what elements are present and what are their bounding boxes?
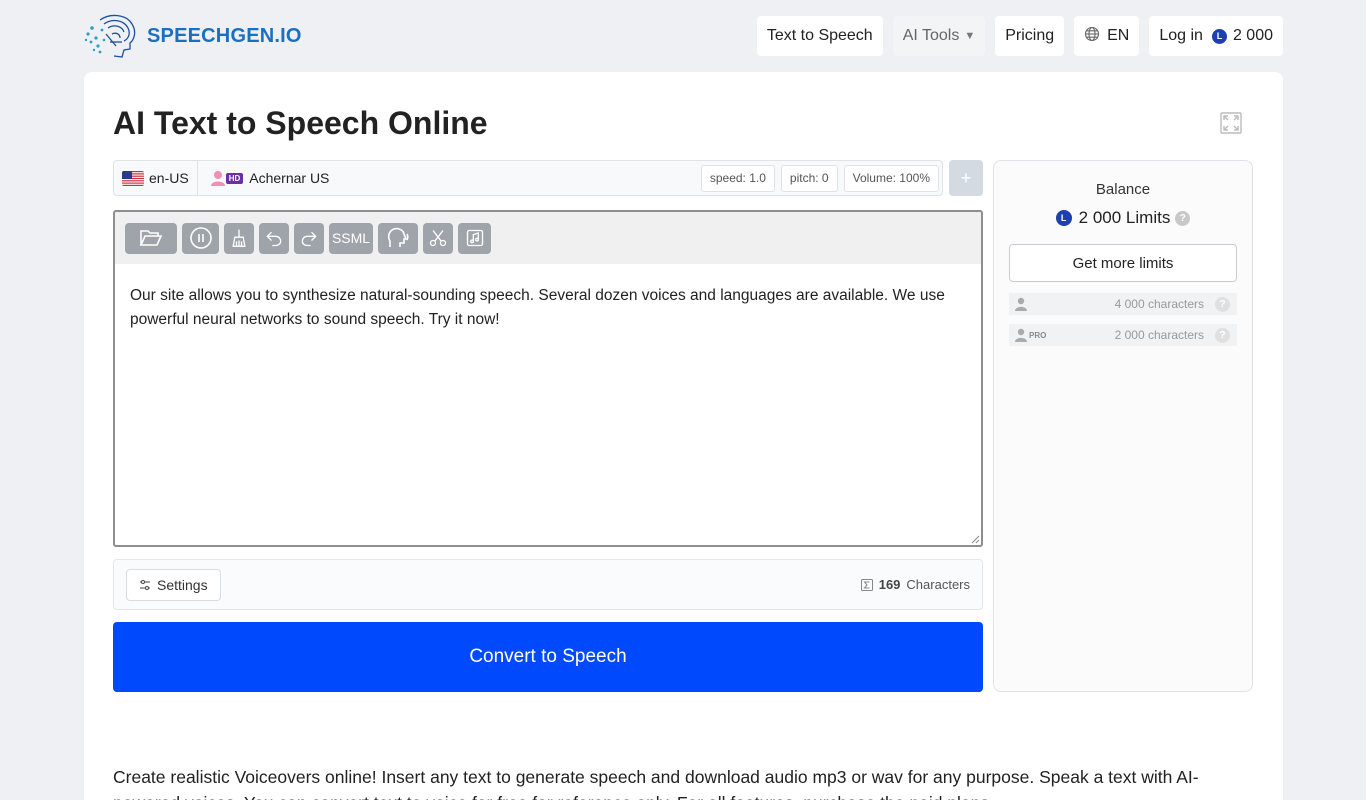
nav-text-to-speech-label: Text to Speech — [766, 27, 873, 44]
nav-ai-tools-label: AI Tools — [902, 27, 960, 44]
speaking-head-icon — [387, 227, 409, 247]
hd-badge: HD — [225, 172, 244, 184]
user-icon — [1015, 297, 1027, 311]
balance-panel: Balance L 2 000 Limits ? Get more limits… — [993, 160, 1253, 692]
character-count: 169 — [878, 577, 901, 592]
user-icon — [1015, 328, 1027, 342]
us-flag-icon — [122, 170, 144, 186]
scissors-icon — [429, 230, 447, 247]
language-dropdown[interactable]: en-US — [114, 161, 198, 195]
main-card: AI Text to Speech Online en-US HD Achern… — [84, 72, 1283, 800]
broom-icon — [232, 229, 246, 247]
logo-text: SPEECHGEN.IO — [147, 24, 302, 47]
balance-amount: 2 000 Limits — [1078, 208, 1171, 227]
limits-coin-icon: L — [1211, 28, 1227, 44]
sliders-icon — [140, 579, 150, 591]
help-icon[interactable]: ? — [1215, 296, 1230, 312]
clear-text-button[interactable] — [224, 222, 254, 254]
get-more-limits-button[interactable]: Get more limits — [1009, 244, 1237, 282]
header-balance: 2 000 — [1232, 27, 1273, 44]
folder-open-icon — [139, 230, 163, 246]
login-button[interactable]: Log in L 2 000 — [1149, 16, 1283, 56]
pause-button[interactable] — [182, 222, 219, 254]
voice-dropdown[interactable]: HD Achernar US — [210, 170, 330, 186]
character-counter: 169 Characters — [860, 577, 970, 592]
limit-row-free: 4 000 characters ? — [1009, 293, 1237, 315]
background-music-button[interactable] — [458, 222, 491, 254]
pitch-param[interactable]: pitch: 0 — [780, 164, 838, 192]
globe-icon — [1084, 26, 1100, 46]
speed-param[interactable]: speed: 1.0 — [700, 164, 775, 192]
login-label: Log in — [1159, 27, 1203, 44]
language-label: EN — [1107, 27, 1130, 44]
undo-button[interactable] — [259, 222, 289, 254]
voice-name: Achernar US — [249, 170, 330, 186]
voice-selection-bar: en-US HD Achernar US speed: 1.0 pitch: 0… — [113, 160, 943, 196]
pro-badge: PRO — [1029, 330, 1047, 340]
settings-button[interactable]: Settings — [126, 569, 221, 601]
redo-button[interactable] — [294, 222, 324, 254]
limit-row-pro: PRO 2 000 characters ? — [1009, 324, 1237, 346]
editor-toolbar: SSML — [115, 212, 981, 264]
nav-pricing[interactable]: Pricing — [995, 16, 1065, 56]
nav-pricing-label: Pricing — [1005, 27, 1055, 44]
nav-text-to-speech[interactable]: Text to Speech — [756, 16, 883, 56]
page-title: AI Text to Speech Online — [113, 105, 488, 141]
speech-text-area[interactable]: Our site allows you to synthesize natura… — [115, 264, 981, 352]
voice-style-button[interactable] — [378, 222, 418, 254]
limits-coin-icon: L — [1055, 210, 1072, 226]
settings-label: Settings — [157, 577, 208, 593]
help-icon[interactable]: ? — [1215, 327, 1230, 343]
open-file-button[interactable] — [125, 222, 177, 254]
cut-button[interactable] — [423, 222, 453, 254]
settings-bar: Settings 169 Characters — [113, 559, 983, 610]
top-navigation: Text to Speech AI Tools ▼ Pricing EN Log… — [756, 16, 1283, 56]
convert-to-speech-button[interactable]: Convert to Speech — [113, 622, 983, 692]
music-note-icon — [466, 229, 483, 247]
chevron-down-icon: ▼ — [964, 30, 976, 42]
ssml-button[interactable]: SSML — [329, 222, 373, 254]
text-editor: SSML Our site allows you to synthesize n… — [113, 210, 983, 547]
voice-params: speed: 1.0 pitch: 0 Volume: 100% — [700, 164, 942, 192]
balance-value: L 2 000 Limits ? — [994, 208, 1252, 228]
balance-label: Balance — [1095, 181, 1151, 198]
language-code: en-US — [149, 170, 189, 186]
resize-handle-icon[interactable] — [971, 535, 980, 544]
language-selector[interactable]: EN — [1074, 16, 1140, 56]
limit-amount: 2 000 characters — [1114, 328, 1204, 342]
undo-icon — [266, 231, 282, 247]
limit-amount: 4 000 characters — [1114, 297, 1204, 311]
help-icon[interactable]: ? — [1175, 210, 1191, 226]
character-label: Characters — [906, 577, 970, 592]
site-logo[interactable]: SPEECHGEN.IO — [82, 12, 302, 60]
sigma-icon — [860, 578, 873, 591]
nav-ai-tools-dropdown[interactable]: AI Tools ▼ — [892, 16, 986, 56]
brain-head-logo-icon — [84, 14, 136, 58]
page-description: Create realistic Voiceovers online! Inse… — [113, 767, 1199, 800]
volume-param[interactable]: Volume: 100% — [843, 164, 939, 192]
add-voice-button[interactable]: + — [949, 160, 983, 196]
fullscreen-icon[interactable] — [1220, 112, 1242, 134]
female-voice-icon — [210, 171, 225, 186]
redo-icon — [301, 231, 317, 247]
pause-circle-icon — [189, 227, 212, 249]
